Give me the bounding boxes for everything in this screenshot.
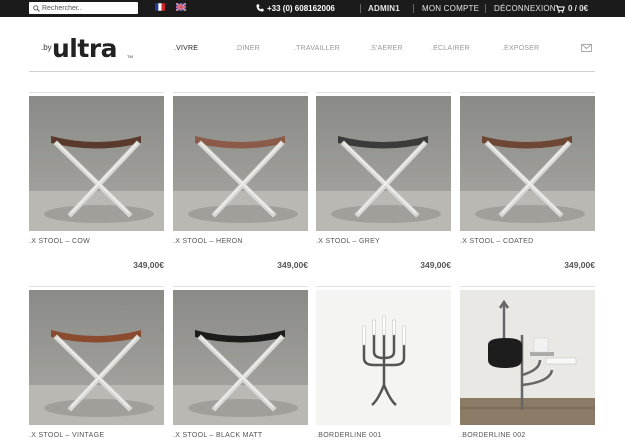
nav-item-exposer[interactable]: .EXPOSER	[502, 45, 539, 52]
search-box[interactable]	[29, 2, 138, 14]
card-divider	[460, 286, 595, 287]
product-image[interactable]	[460, 96, 595, 231]
logo-tm: TM	[127, 54, 133, 59]
product-price: 349,00€	[420, 260, 451, 270]
product-name[interactable]: .X STOOL – COW	[29, 238, 90, 245]
product-image[interactable]	[29, 290, 164, 425]
product-name[interactable]: .X STOOL – BLACK MATT	[173, 432, 262, 439]
search-icon	[33, 5, 40, 12]
product-image[interactable]	[460, 290, 595, 425]
product-image[interactable]	[316, 290, 451, 425]
french-flag-icon[interactable]	[155, 3, 165, 11]
my-account-link[interactable]: MON COMPTE	[422, 0, 479, 17]
logo-name: ultra	[52, 34, 118, 63]
mail-icon[interactable]	[581, 44, 592, 52]
cart-link[interactable]: 0 / 0€	[555, 0, 588, 17]
product-name[interactable]: .X STOOL – COATED	[460, 238, 533, 245]
header: .by ultra TM .VIVRE .DINER .TRAVAILLER .…	[29, 17, 595, 72]
divider	[413, 4, 414, 13]
nav-item-vivre[interactable]: .VIVRE	[174, 45, 198, 52]
logo-prefix: .by	[41, 43, 52, 52]
product-price: 349,00€	[564, 260, 595, 270]
card-divider	[29, 92, 164, 93]
product-name[interactable]: .X STOOL – HERON	[173, 238, 243, 245]
search-input[interactable]	[42, 2, 134, 14]
product-name[interactable]: .X STOOL – VINTAGE	[29, 432, 104, 439]
product-price: 349,00€	[277, 260, 308, 270]
card-divider	[460, 92, 595, 93]
cart-summary: 0 / 0€	[568, 4, 589, 13]
english-flag-icon[interactable]	[176, 3, 186, 11]
product-name[interactable]: .BORDERLINE 002	[460, 432, 526, 439]
phone-icon	[256, 4, 264, 12]
product-name[interactable]: .X STOOL – GREY	[316, 238, 380, 245]
nav-item-saerer[interactable]: .S'AERER	[369, 45, 403, 52]
phone-number[interactable]: +33 (0) 608162006	[256, 0, 335, 17]
card-divider	[316, 92, 451, 93]
divider	[485, 4, 486, 13]
nav-item-travailler[interactable]: .TRAVAILLER	[294, 45, 340, 52]
product-image[interactable]	[173, 96, 308, 231]
divider	[360, 4, 361, 13]
account-user[interactable]: ADMIN1	[368, 0, 400, 17]
product-price: 349,00€	[133, 260, 164, 270]
card-divider	[316, 286, 451, 287]
card-divider	[173, 286, 308, 287]
product-image[interactable]	[316, 96, 451, 231]
logout-link[interactable]: DÉCONNEXION	[494, 0, 556, 17]
cart-icon	[555, 5, 565, 13]
product-image[interactable]	[29, 96, 164, 231]
phone-text: +33 (0) 608162006	[267, 4, 335, 13]
nav-item-diner[interactable]: .DINER	[235, 45, 260, 52]
card-divider	[173, 92, 308, 93]
top-bar: +33 (0) 608162006 ADMIN1 MON COMPTE DÉCO…	[0, 0, 625, 17]
product-name[interactable]: .BORDERLINE 001	[316, 432, 382, 439]
card-divider	[29, 286, 164, 287]
nav-item-eclairer[interactable]: .ECLAIRER	[431, 45, 470, 52]
product-image[interactable]	[173, 290, 308, 425]
